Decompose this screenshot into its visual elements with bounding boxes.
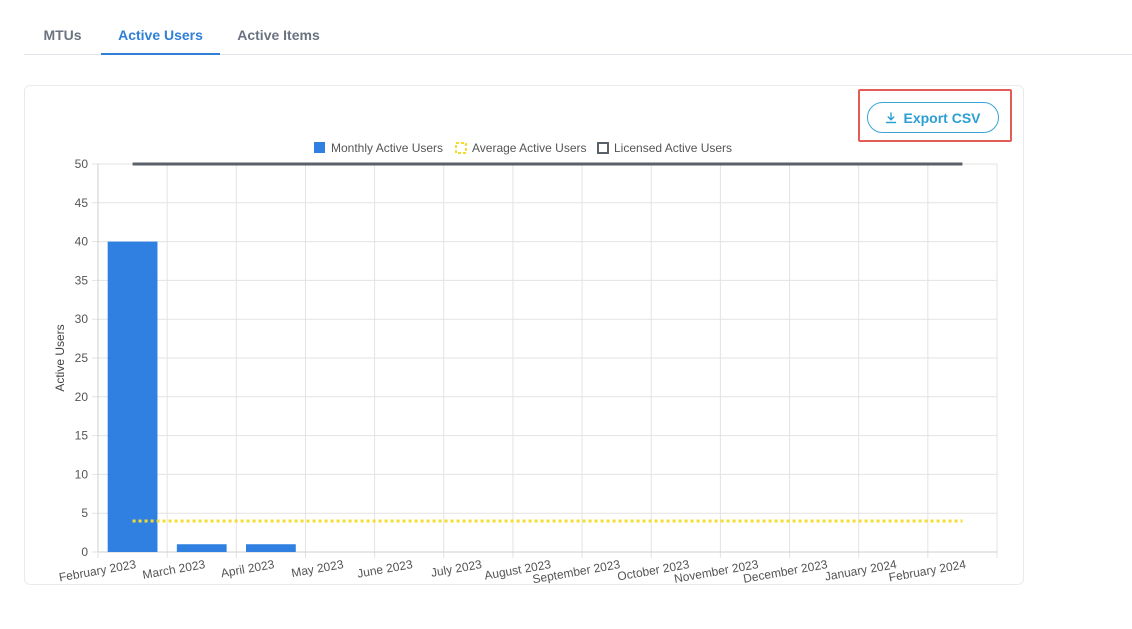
legend-swatch-licensed xyxy=(597,142,609,154)
y-tick-label: 25 xyxy=(75,351,89,365)
export-csv-label: Export CSV xyxy=(903,109,981,126)
y-tick-label: 20 xyxy=(75,390,89,404)
y-tick-label: 5 xyxy=(81,506,88,520)
y-tick-label: 50 xyxy=(75,157,89,171)
bar-1[interactable] xyxy=(176,544,227,552)
export-csv-button[interactable]: Export CSV xyxy=(867,102,999,133)
y-tick-label: 10 xyxy=(75,467,89,481)
x-tick-label: February 2024 xyxy=(888,557,968,584)
y-axis-label: Active Users xyxy=(53,324,67,391)
x-tick-label: February 2023 xyxy=(58,557,138,584)
x-tick-label: May 2023 xyxy=(290,557,345,580)
x-tick-label: March 2023 xyxy=(141,557,206,582)
y-tick-label: 45 xyxy=(75,196,89,210)
x-tick-label: April 2023 xyxy=(220,557,276,580)
y-tick-label: 35 xyxy=(75,273,89,287)
y-tick-label: 40 xyxy=(75,235,89,249)
y-tick-label: 15 xyxy=(75,429,89,443)
legend-label-2[interactable]: Licensed Active Users xyxy=(614,141,732,155)
y-tick-label: 0 xyxy=(81,545,88,559)
x-tick-label: June 2023 xyxy=(356,557,414,581)
legend-swatch-average xyxy=(455,142,467,154)
y-tick-label: 30 xyxy=(75,312,89,326)
legend-label-1[interactable]: Average Active Users xyxy=(472,141,587,155)
legend-swatch-monthly xyxy=(314,142,325,153)
download-icon xyxy=(886,111,897,123)
legend-label-0[interactable]: Monthly Active Users xyxy=(331,141,443,155)
bar-2[interactable] xyxy=(245,544,296,552)
bar-0[interactable] xyxy=(107,241,158,552)
x-tick-label: July 2023 xyxy=(430,557,483,580)
